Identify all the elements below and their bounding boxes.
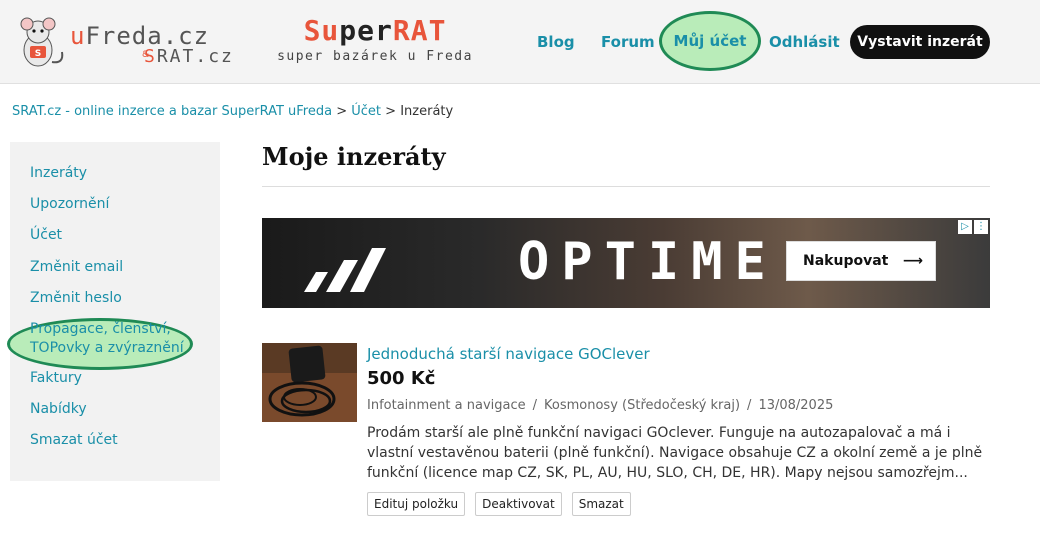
rat-mascot-icon: S	[20, 17, 64, 67]
listing-description: Prodám starší ale plně funkční navigaci …	[367, 425, 983, 481]
sidebar-item-invoices[interactable]: Faktury	[30, 369, 82, 388]
listing-actions: Edituj položku Deaktivovat Smazat	[367, 492, 631, 516]
ad-shop-button[interactable]: Nakupovat ⟶	[786, 241, 936, 281]
srat-wordmark: SRAT.cz	[144, 46, 234, 67]
meta-separator: /	[532, 398, 538, 413]
listing-date: 13/08/2025	[758, 398, 834, 413]
superrat-wordmark: SuperRAT	[303, 14, 447, 47]
breadcrumb: SRAT.cz - online inzerce a bazar SuperRA…	[12, 104, 453, 119]
superrat-tagline: super bazárek u Freda	[277, 49, 473, 64]
ad-headline: OPTIME	[518, 232, 778, 292]
title-divider	[262, 186, 990, 187]
nav-forum-link[interactable]: Forum	[601, 33, 655, 51]
account-sidebar: Inzeráty Upozornění Účet Změnit email Zm…	[7, 142, 220, 481]
superrat-logo[interactable]: SuperRAT super bazárek u Freda	[275, 14, 475, 70]
arrow-right-icon: ⟶	[902, 253, 923, 269]
sidebar-item-delete-account[interactable]: Smazat účet	[30, 431, 118, 450]
breadcrumb-home[interactable]: SRAT.cz - online inzerce a bazar SuperRA…	[12, 104, 332, 119]
delete-listing-button[interactable]: Smazat	[571, 492, 631, 516]
ad-shop-label: Nakupovat	[803, 253, 889, 269]
nav-my-account: Můj účet	[659, 11, 761, 71]
sidebar-item-promotion[interactable]: Propagace, členství, TOPovky a zvýrazněn…	[30, 320, 190, 358]
sidebar-item-listings[interactable]: Inzeráty	[30, 164, 87, 183]
svg-text:S: S	[35, 49, 41, 59]
listing-thumbnail[interactable]	[262, 343, 357, 422]
edit-listing-button[interactable]: Edituj položku	[367, 492, 466, 516]
ad-choices-badge[interactable]: ▷ ⋮	[958, 220, 988, 234]
page-title: Moje inzeráty	[262, 142, 446, 171]
listing-category: Infotainment a navigace	[367, 398, 526, 413]
sidebar-item-change-email[interactable]: Změnit email	[30, 258, 123, 277]
post-listing-label[interactable]: Vystavit inzerát	[857, 34, 982, 50]
sidebar-item-offers[interactable]: Nabídky	[30, 400, 87, 419]
ad-menu-icon[interactable]: ⋮	[974, 220, 988, 234]
navigation-device-image	[262, 343, 357, 422]
listing-location: Kosmonosy (Středočeský kraj)	[544, 398, 741, 413]
advertisement-banner[interactable]: OPTIME Nakupovat ⟶ ▷ ⋮	[262, 218, 990, 308]
listing-title-link[interactable]: Jednoduchá starší navigace GOClever	[367, 345, 650, 363]
nav-my-account-link[interactable]: Můj účet	[674, 32, 747, 50]
adidas-logo-icon	[304, 248, 386, 292]
sidebar-item-notifications[interactable]: Upozornění	[30, 195, 109, 214]
nav-blog-link[interactable]: Blog	[537, 33, 575, 51]
deactivate-listing-button[interactable]: Deaktivovat	[475, 492, 562, 516]
nav-logout: Odhlásit	[769, 0, 840, 84]
listing-meta: Infotainment a navigace / Kosmonosy (Střed…	[367, 398, 833, 413]
breadcrumb-current: Inzeráty	[400, 104, 454, 119]
sidebar-item-change-password[interactable]: Změnit heslo	[30, 289, 180, 308]
meta-separator: /	[747, 398, 752, 413]
post-listing-button[interactable]: Vystavit inzerát	[850, 25, 990, 59]
nav-blog: Blog	[537, 0, 575, 84]
nav-logout-link[interactable]: Odhlásit	[769, 33, 840, 51]
ad-choices-icon[interactable]: ▷	[958, 220, 972, 234]
breadcrumb-separator: >	[385, 104, 397, 119]
ufreda-logo[interactable]: S uFreda.cz & SRAT.cz	[8, 8, 268, 74]
breadcrumb-separator: >	[336, 104, 348, 119]
site-header: S uFreda.cz & SRAT.cz SuperRAT super baz…	[0, 0, 1040, 84]
nav-forum: Forum	[601, 0, 655, 84]
listing-price: 500 Kč	[367, 368, 436, 389]
breadcrumb-account[interactable]: Účet	[351, 104, 381, 119]
sidebar-item-account[interactable]: Účet	[30, 226, 62, 245]
